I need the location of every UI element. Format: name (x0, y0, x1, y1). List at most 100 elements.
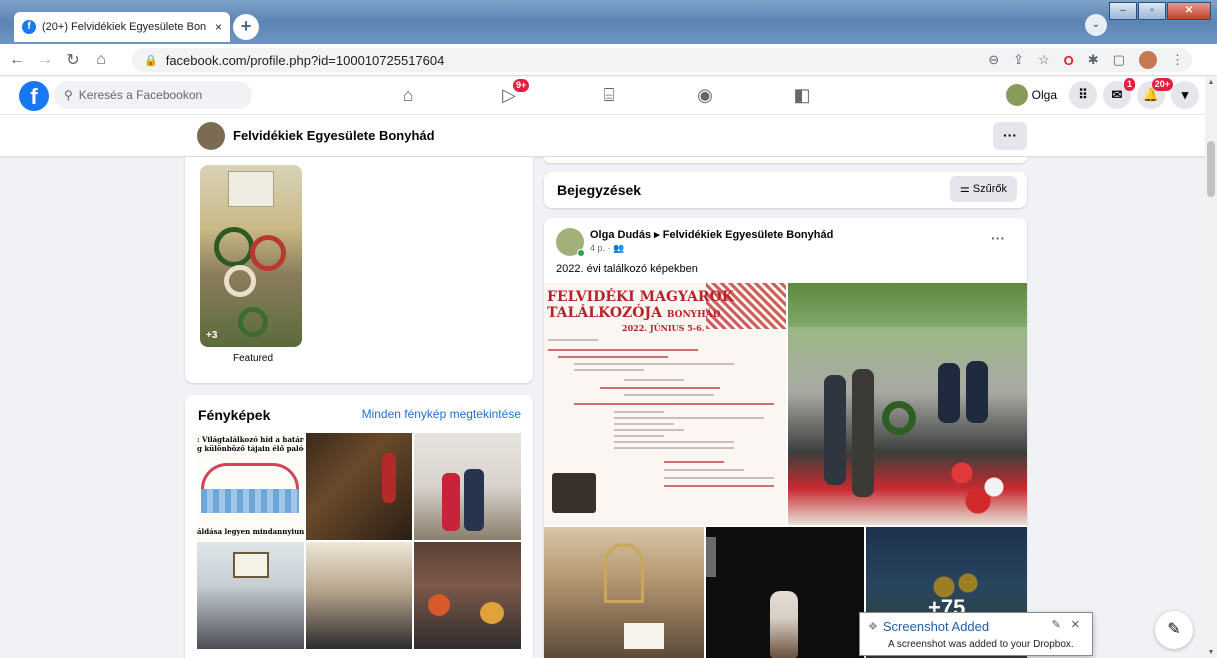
browser-titlebar: f (20+) Felvidékiek Egyesülete Bon × + ⌄… (0, 0, 1217, 44)
browser-menu-icon[interactable]: ⋮ (1171, 52, 1184, 68)
photos-title: Fényképek (198, 407, 271, 423)
pin-icon[interactable]: ✎ (1052, 618, 1061, 631)
facebook-logo-icon[interactable]: f (19, 81, 49, 111)
person-shape (824, 375, 846, 485)
account-dropdown-button[interactable]: ▾ (1171, 81, 1199, 109)
scroll-thumb[interactable] (1207, 141, 1215, 197)
side-panel-icon[interactable]: ▢ (1113, 52, 1125, 68)
close-window-button[interactable]: ✕ (1167, 2, 1211, 20)
poster-stamp-shape (552, 473, 596, 513)
gaming-nav-icon[interactable]: ◧ (790, 85, 814, 106)
featured-photo[interactable]: +3 (200, 165, 302, 347)
filters-button[interactable]: ⚌ Szűrők (949, 176, 1017, 202)
photo-group-room[interactable] (197, 542, 304, 649)
reload-icon[interactable]: ↻ (62, 50, 84, 70)
tab-close-icon[interactable]: × (215, 20, 222, 34)
photo-drawing-bridge[interactable]: : Világtalálkozó híd a határon t g külön… (197, 433, 304, 540)
browser-tab[interactable]: f (20+) Felvidékiek Egyesülete Bon × (14, 12, 230, 42)
notifications-button[interactable]: 🔔 20+ (1137, 78, 1173, 109)
extensions-puzzle-icon[interactable]: ✱ (1088, 52, 1099, 68)
post-photo-stage[interactable] (706, 527, 864, 658)
poster-text-line (664, 461, 724, 463)
lock-icon[interactable]: 🔒 (144, 54, 158, 67)
poster-text-line (614, 435, 664, 437)
post-photo-poster[interactable]: FELVIDÉKI MAGYAROK TALÁLKOZÓJA BONYHÁD 2… (544, 283, 786, 525)
posts-title: Bejegyzések (557, 182, 642, 198)
posts-header-card: Bejegyzések ⚌ Szűrők (544, 172, 1027, 208)
photo-text: áldása legyen mindannyiunk (197, 527, 304, 536)
zoom-icon[interactable]: ⊖ (988, 52, 999, 68)
photo-audience[interactable] (306, 542, 412, 649)
photo-interior[interactable] (306, 433, 412, 540)
search-placeholder: Keresés a Facebookon (78, 88, 203, 102)
see-all-photos-link[interactable]: Minden fénykép megtekintése (362, 407, 521, 421)
profile-avatar (1005, 84, 1028, 106)
tab-search-icon[interactable]: ⌄ (1085, 14, 1107, 36)
address-bar[interactable]: 🔒 facebook.com/profile.php?id=1000107255… (132, 48, 1192, 72)
poster-text-line (614, 423, 674, 425)
marketplace-nav-icon[interactable]: ⌸ (597, 85, 621, 106)
toast-body: A screenshot was added to your Dropbox. (888, 639, 1074, 650)
poster-text-line (574, 369, 644, 371)
poster-text-line (624, 394, 714, 396)
new-message-button[interactable]: ✎ (1155, 611, 1193, 649)
home-icon[interactable]: ⌂ (90, 51, 112, 69)
poster-text-line (548, 339, 598, 341)
page-more-button[interactable]: ··· (993, 122, 1027, 150)
search-icon: ⚲ (64, 88, 73, 102)
toast-close-icon[interactable]: ✕ (1071, 618, 1080, 631)
url-text[interactable]: facebook.com/profile.php?id=100010725517… (166, 53, 445, 68)
post-more-button[interactable]: ··· (991, 230, 1005, 246)
poster-text-line (574, 363, 734, 365)
person-shape (966, 361, 988, 423)
page-name[interactable]: Felvidékiek Egyesülete Bonyhád (233, 128, 435, 143)
person-shape (938, 363, 960, 423)
featured-count: +3 (206, 330, 218, 341)
poster-text-line (614, 441, 734, 443)
forward-arrow-icon[interactable]: → (34, 51, 56, 69)
page-scrollbar[interactable]: ▲ ▼ (1205, 77, 1217, 658)
messenger-badge: 1 (1123, 78, 1135, 91)
altar-cloth-shape (624, 623, 664, 649)
poster-title: FELVIDÉKI MAGYAROK TALÁLKOZÓJA BONYHÁD (547, 289, 734, 323)
poster-text-line (600, 387, 720, 389)
bridge-shape (201, 463, 299, 489)
poster-title-text: TALÁLKOZÓJA (547, 305, 662, 321)
person-shape (464, 469, 484, 531)
share-icon[interactable]: ⇪ (1013, 52, 1024, 68)
person-shape (442, 473, 460, 531)
browser-profile-avatar[interactable] (1139, 51, 1157, 69)
post-meta[interactable]: 4 p. · 👥 (590, 243, 624, 254)
toast-actions: ✎ ✕ (1052, 618, 1080, 631)
post-photo-wreath-ceremony[interactable] (788, 283, 1027, 525)
photo-couple-balloons[interactable] (414, 433, 521, 540)
minimize-button[interactable]: – (1109, 2, 1137, 20)
home-nav-icon[interactable]: ⌂ (396, 85, 420, 106)
back-arrow-icon[interactable]: ← (6, 51, 28, 69)
poster-city: BONYHÁD (666, 310, 721, 320)
wreath-shape (214, 227, 254, 267)
page-avatar[interactable] (197, 122, 225, 150)
menu-grid-button[interactable]: ⠿ (1069, 81, 1097, 109)
memorial-plaque (228, 171, 274, 207)
maximize-button[interactable]: ▫ (1138, 2, 1166, 20)
bouquet-shape (480, 602, 504, 624)
scroll-up-arrow-icon[interactable]: ▲ (1205, 79, 1217, 86)
opera-extension-icon[interactable]: O (1064, 53, 1074, 68)
post-author[interactable]: Olga Dudás ▸ Felvidékiek Egyesülete Bony… (590, 228, 833, 241)
bookmark-star-icon[interactable]: ☆ (1038, 52, 1050, 68)
poster-text-line (548, 349, 698, 351)
new-tab-button[interactable]: + (233, 14, 259, 40)
messenger-button[interactable]: ✉ 1 (1103, 78, 1135, 109)
photo-flowers-group[interactable] (414, 542, 521, 649)
dropbox-toast[interactable]: ❖ Screenshot Added ✎ ✕ A screenshot was … (859, 612, 1093, 656)
post-text: 2022. évi találkozó képekben (556, 263, 698, 275)
person-shape (382, 453, 396, 503)
facebook-search-input[interactable]: ⚲ Keresés a Facebookon (54, 81, 252, 109)
profile-name: Olga (1031, 88, 1057, 102)
groups-nav-icon[interactable]: ◉ (693, 85, 717, 106)
post-photo-church[interactable] (544, 527, 704, 658)
scroll-down-arrow-icon[interactable]: ▼ (1205, 649, 1217, 656)
profile-chip[interactable]: Olga (1004, 82, 1063, 108)
stage-sign-shape (706, 537, 716, 577)
